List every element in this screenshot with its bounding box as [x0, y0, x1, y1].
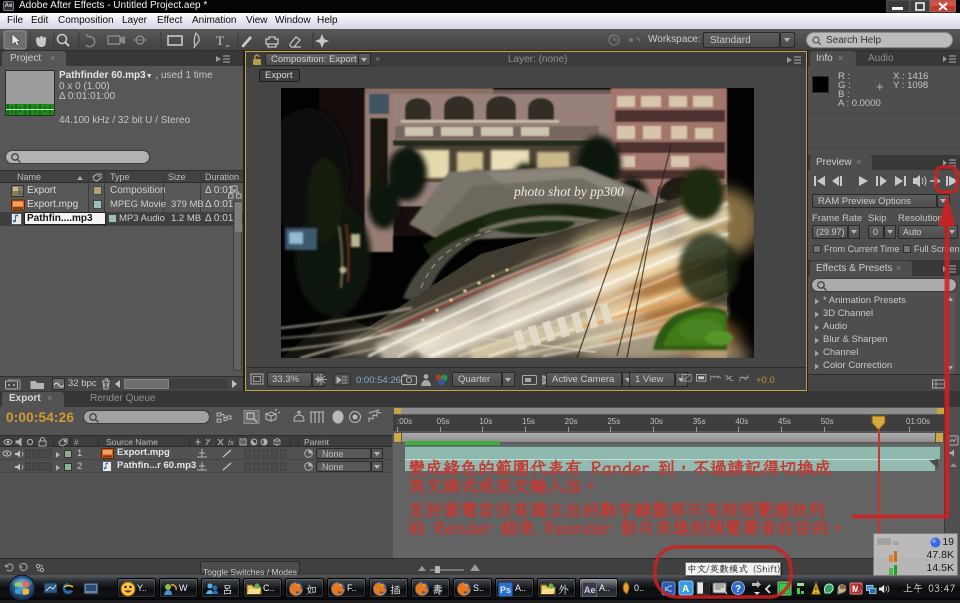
- svg-text:#: #: [74, 438, 79, 447]
- svg-text:Ae: Ae: [584, 585, 596, 595]
- svg-text:photo shot by pp300: photo shot by pp300: [513, 184, 624, 199]
- svg-text:T: T: [216, 33, 224, 48]
- svg-text:?: ?: [735, 584, 741, 595]
- svg-text:Parent: Parent: [304, 437, 330, 447]
- svg-text:fx: fx: [228, 438, 234, 447]
- svg-text:A: A: [682, 584, 689, 595]
- svg-text:!: !: [815, 586, 818, 595]
- svg-text:Ps: Ps: [500, 585, 511, 595]
- svg-text:Source Name: Source Name: [106, 437, 158, 447]
